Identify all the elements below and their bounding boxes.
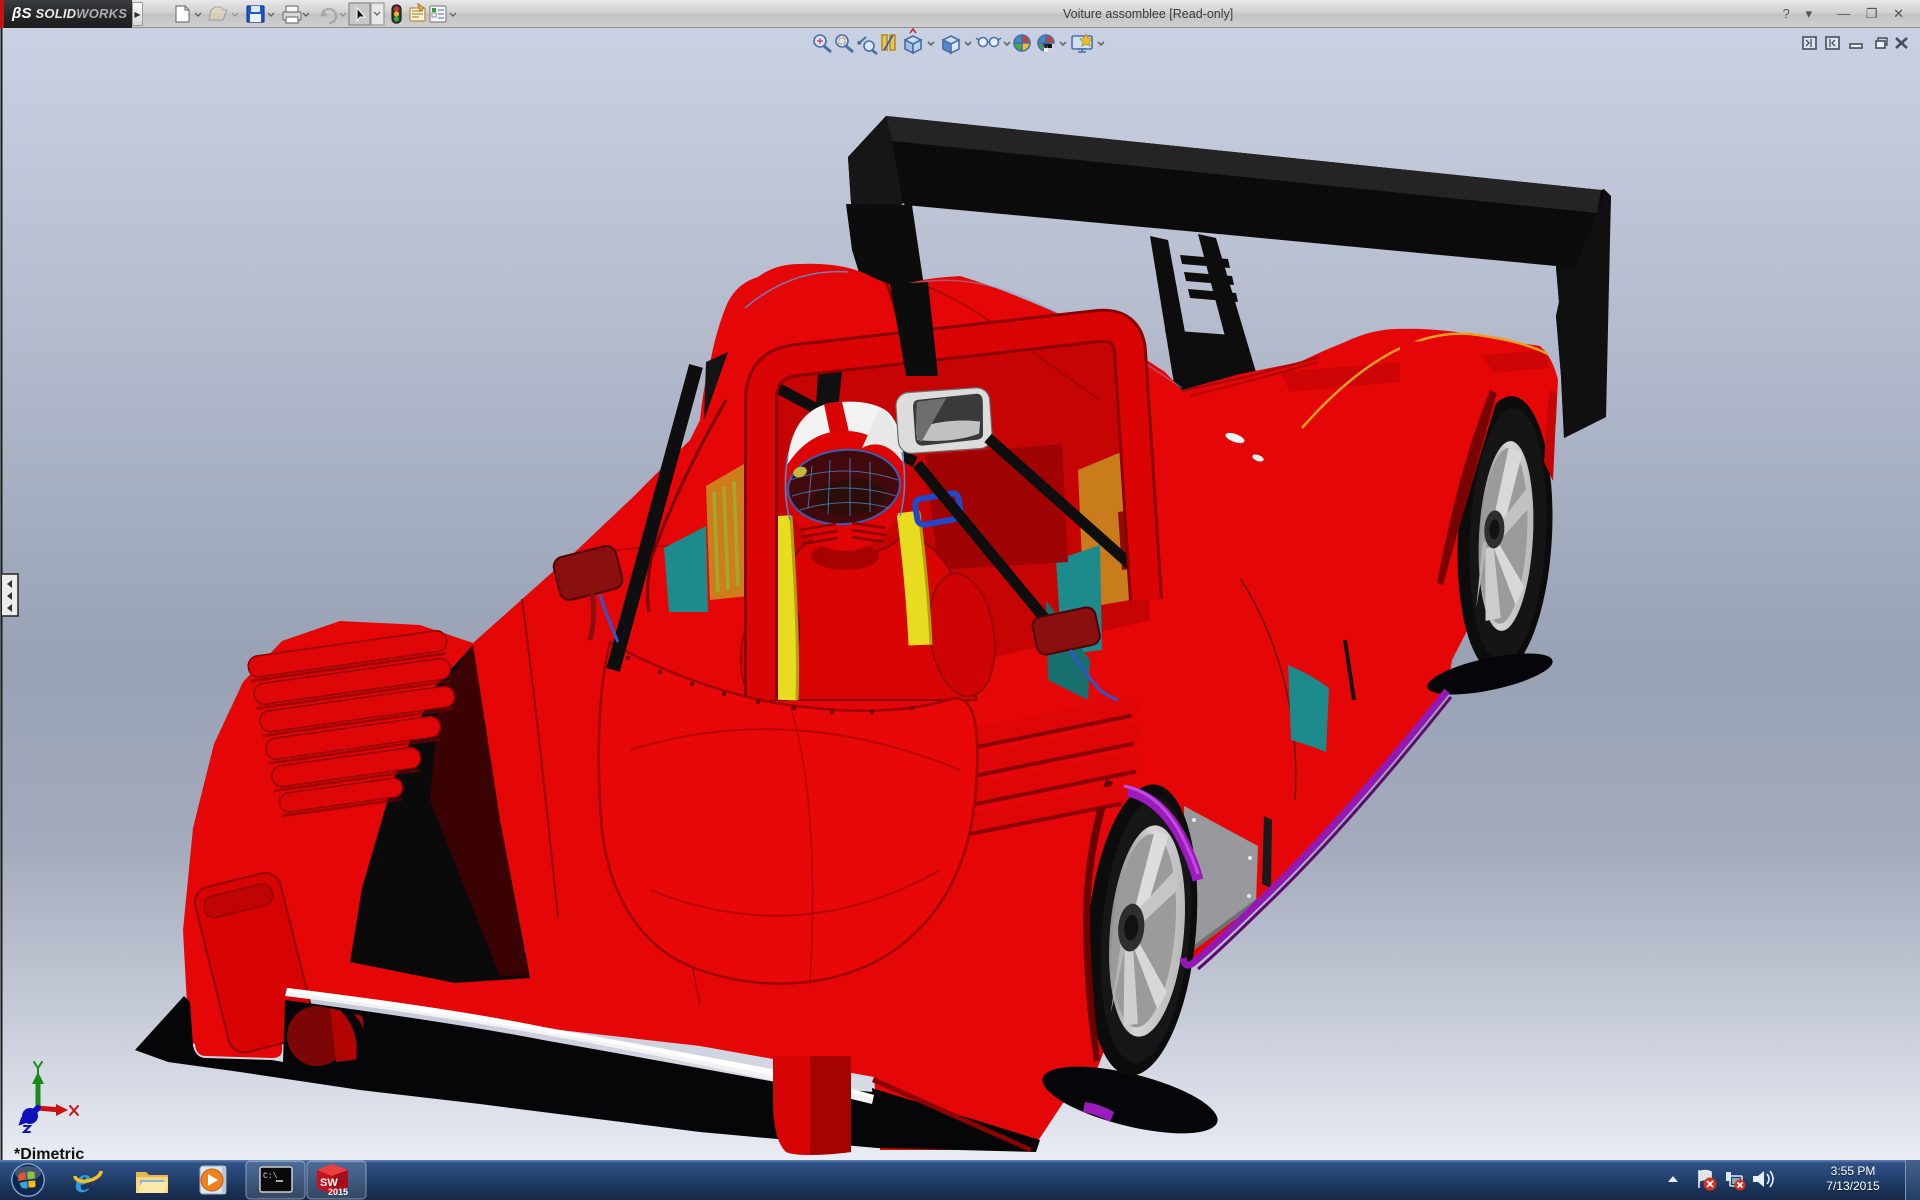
svg-text:C:\: C:\ <box>263 1172 278 1181</box>
svg-text:2015: 2015 <box>328 1187 348 1197</box>
svg-text:*Dimetric: *Dimetric <box>14 1146 84 1160</box>
